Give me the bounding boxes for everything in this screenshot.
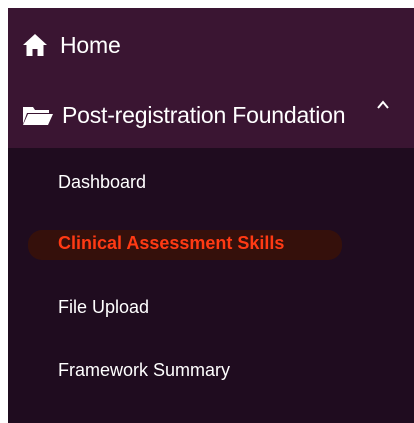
submenu-item-dashboard[interactable]: Dashboard: [58, 172, 146, 193]
home-icon: [22, 33, 50, 57]
submenu-item-framework-summary[interactable]: Framework Summary: [58, 360, 230, 381]
nav-section-label: Post-registration Foundation: [62, 101, 346, 128]
nav-top-section: Home Post-registration Foundation: [8, 8, 414, 148]
submenu-item-clinical-assessment-skills[interactable]: Clinical Assessment Skills: [58, 233, 284, 254]
nav-item-post-registration[interactable]: Post-registration Foundation: [22, 96, 346, 134]
nav-item-home[interactable]: Home: [22, 26, 121, 64]
folder-open-icon: [22, 103, 54, 127]
nav-home-label: Home: [60, 31, 121, 58]
sidebar-nav: Home Post-registration Foundation Dashbo…: [8, 8, 414, 423]
submenu-item-file-upload[interactable]: File Upload: [58, 297, 149, 318]
chevron-up-icon[interactable]: [376, 98, 390, 110]
nav-submenu: Dashboard Clinical Assessment Skills Fil…: [8, 148, 414, 423]
